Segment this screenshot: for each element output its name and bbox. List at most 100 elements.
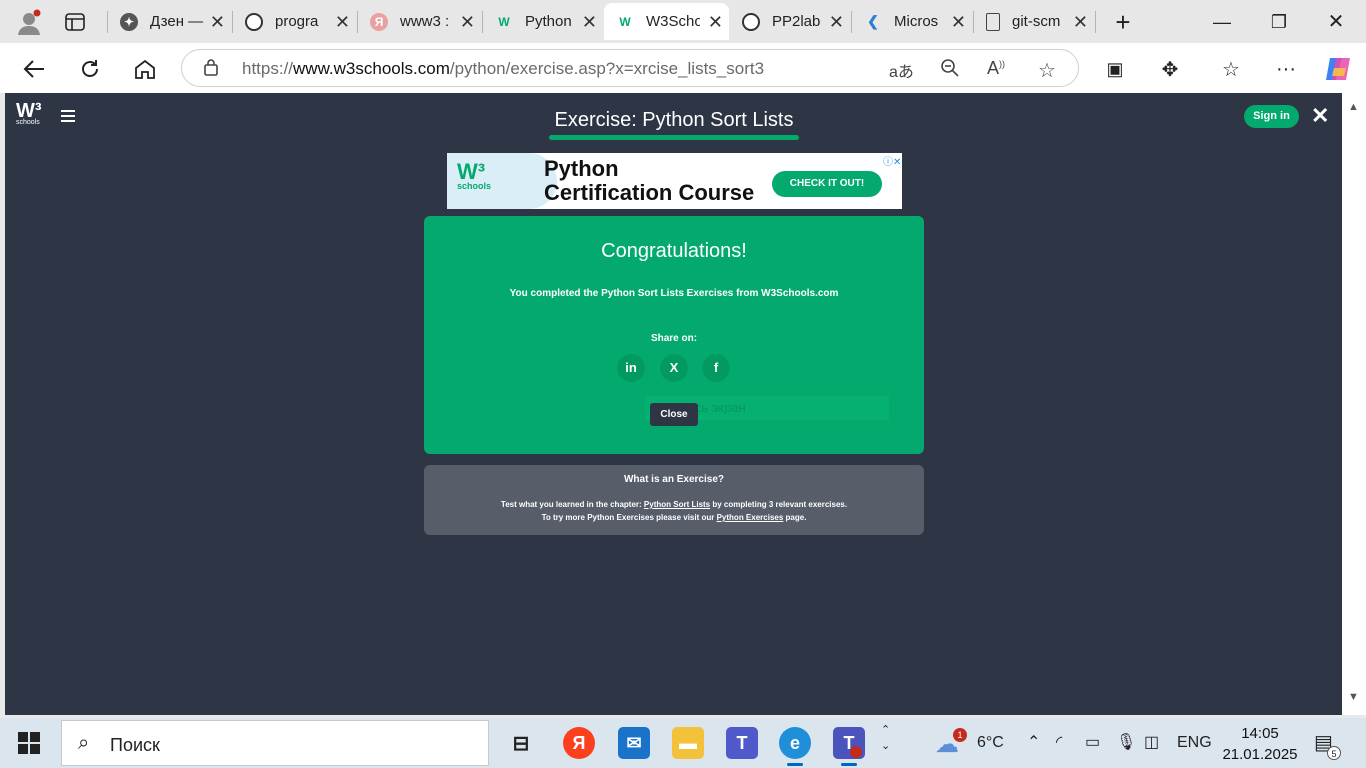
scroll-up-icon[interactable]: ▲ (1348, 101, 1359, 113)
w3schools-icon: W (619, 14, 631, 29)
language-indicator[interactable]: ENG (1177, 734, 1212, 752)
mail-icon[interactable]: ✉ (618, 727, 650, 759)
weather-badge: 1 (953, 728, 967, 742)
page-content: W³ schools Exercise: Python Sort Lists Si… (5, 93, 1342, 715)
ad-logo: W³ schools (457, 161, 491, 192)
favorite-star-icon[interactable]: ☆ (1038, 58, 1056, 83)
title-underline (549, 135, 799, 140)
tab-microsoft[interactable]: ❮ Micros ✕ (852, 3, 972, 40)
line2-post: page. (783, 513, 807, 522)
facebook-share-icon[interactable]: f (702, 354, 730, 382)
teams-active-indicator (841, 763, 857, 766)
read-aloud-translate-icon[interactable]: aあ (889, 58, 914, 82)
volume-icon[interactable]: ◫ (1144, 732, 1159, 752)
zoom-icon[interactable] (940, 58, 960, 83)
what-is-exercise-panel: What is an Exercise? Test what you learn… (424, 465, 924, 535)
battery-icon[interactable]: ▭ (1085, 732, 1100, 752)
workspaces-icon[interactable] (61, 8, 89, 36)
search-icon: ⌕ (78, 732, 90, 754)
w3schools-logo[interactable]: W³ schools (16, 101, 42, 127)
tab-github-pp2lab[interactable]: PP2lab ✕ (730, 3, 850, 40)
collections-icon[interactable]: ▣ (1099, 53, 1131, 85)
show-hidden-icons-chevron[interactable]: ⌃ (1027, 732, 1040, 752)
tab-label: progra (275, 13, 319, 30)
task-view-icon[interactable]: ⊟ (505, 727, 537, 759)
profile-avatar-icon[interactable] (15, 8, 43, 36)
clock[interactable]: 14:05 21.01.2025 (1210, 723, 1310, 765)
close-button[interactable]: Close (650, 403, 698, 426)
lock-icon[interactable] (204, 58, 218, 81)
url-path: /python/exercise.asp?x=xrcise_lists_sort… (449, 59, 765, 78)
what-is-title: What is an Exercise? (623, 474, 725, 485)
what-is-line-2: To try more Python Exercises please visi… (424, 513, 924, 522)
close-tab-icon[interactable]: ✕ (708, 12, 723, 33)
vertical-scrollbar[interactable]: ▲ ▼ (1342, 93, 1366, 715)
tab-dzen[interactable]: ✦ Дзен — ✕ (108, 3, 231, 40)
notification-count: 5 (1327, 746, 1341, 760)
tab-label: PP2lab (772, 13, 821, 30)
close-tab-icon[interactable]: ✕ (335, 12, 350, 33)
ad-cta-button[interactable]: CHECK IT OUT! (772, 171, 882, 197)
close-window-icon[interactable]: ✕ (1316, 8, 1356, 36)
clock-date: 21.01.2025 (1222, 746, 1298, 763)
ad-line2: Certification Course (544, 180, 755, 205)
python-exercises-link[interactable]: Python Exercises (717, 513, 784, 522)
edge-icon[interactable]: e (779, 727, 811, 759)
teams-status-dot (850, 746, 862, 758)
url-text[interactable]: https://www.w3schools.com/python/exercis… (242, 59, 764, 79)
tab-github-programming[interactable]: progra ✕ (233, 3, 356, 40)
navigation-bar: https://www.w3schools.com/python/exercis… (0, 43, 1366, 93)
close-tab-icon[interactable]: ✕ (829, 12, 844, 33)
copilot-icon[interactable] (1322, 53, 1354, 85)
hamburger-menu-icon[interactable] (61, 110, 75, 125)
ad-info-icon[interactable]: ⓘ✕ (883, 153, 901, 168)
address-bar[interactable]: https://www.w3schools.com/python/exercis… (181, 49, 1079, 87)
wifi-icon[interactable]: ◜ (1056, 732, 1062, 752)
close-tab-icon[interactable]: ✕ (1073, 12, 1088, 33)
python-sort-lists-link[interactable]: Python Sort Lists (644, 500, 710, 509)
line1-pre: Test what you learned in the chapter: (500, 500, 644, 509)
windows-start-icon[interactable] (18, 732, 40, 754)
tab-git-scm[interactable]: git-scm ✕ (974, 3, 1094, 40)
file-explorer-icon[interactable]: ▬ (672, 727, 704, 759)
favorites-icon[interactable]: ☆ (1215, 53, 1247, 85)
more-options-icon[interactable]: ··· (1270, 53, 1302, 85)
linkedin-share-icon[interactable]: in (617, 354, 645, 382)
back-arrow-icon[interactable] (18, 53, 50, 85)
new-tab-button[interactable]: + (1109, 7, 1137, 37)
congrats-message: You completed the Python Sort Lists Exer… (509, 288, 839, 299)
ad-banner[interactable]: W³ schools Python Certification Course CHE… (447, 153, 902, 209)
tab-python[interactable]: W Python ✕ (483, 3, 603, 40)
close-icon[interactable]: ✕ (1311, 103, 1329, 129)
read-aloud-icon[interactable]: A)) (987, 58, 1005, 79)
refresh-icon[interactable] (74, 53, 106, 85)
taskbar: ⌕ Поиск ⊟ Я ✉ ▬ T e T ⌃ ⌄ ☁ 1 6°C ⌃ ◜ ▭ 🎙… (0, 718, 1366, 768)
microphone-icon[interactable]: 🎙 (1116, 732, 1136, 752)
sign-in-button[interactable]: Sign in (1244, 105, 1299, 128)
home-icon[interactable] (129, 53, 161, 85)
close-tab-icon[interactable]: ✕ (951, 12, 966, 33)
close-tab-icon[interactable]: ✕ (460, 12, 475, 33)
tray-overflow-icon[interactable]: ⌃ ⌄ (881, 722, 890, 754)
yandex-browser-icon[interactable]: Я (563, 727, 595, 759)
x-share-icon[interactable]: X (660, 354, 688, 382)
url-domain: www.w3schools.com (293, 59, 450, 78)
w3schools-icon: W (498, 14, 510, 29)
sparkle-icon: ✦ (120, 12, 138, 31)
scroll-down-icon[interactable]: ▼ (1348, 691, 1359, 703)
tab-label: W3Scho (646, 13, 700, 30)
extensions-icon[interactable]: ✥ (1154, 53, 1186, 85)
close-tab-icon[interactable]: ✕ (582, 12, 597, 33)
close-tab-icon[interactable]: ✕ (210, 12, 225, 33)
tab-w3schools-active[interactable]: W W3Scho ✕ (604, 3, 729, 40)
tab-label: Дзен — (150, 13, 204, 30)
tab-label: Python (525, 13, 572, 30)
weather-temperature[interactable]: 6°C (977, 734, 1004, 752)
teams-icon[interactable]: T (726, 727, 758, 759)
minimize-icon[interactable]: — (1202, 8, 1242, 36)
tab-yandex-www3[interactable]: Я www3 : ✕ (358, 3, 481, 40)
line1-post: by completing 3 relevant exercises. (710, 500, 848, 509)
share-label: Share on: (650, 333, 698, 344)
restore-icon[interactable]: ❐ (1259, 8, 1299, 36)
taskbar-search-box[interactable]: ⌕ Поиск (61, 720, 489, 766)
